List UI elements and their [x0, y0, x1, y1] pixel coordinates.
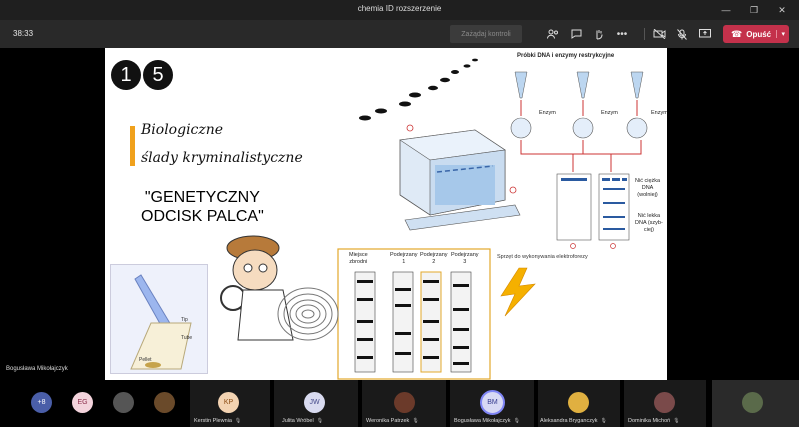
participant-tile[interactable]: JW Julita Wróbel 🎙	[274, 380, 358, 427]
slide-headline: "GENETYCZNY ODCISK PALCA"	[141, 189, 264, 225]
title-accent-bar	[130, 126, 135, 166]
more-options-icon[interactable]: •••	[613, 25, 631, 43]
self-avatar	[742, 392, 763, 413]
maximize-button[interactable]: ❐	[741, 0, 767, 20]
request-control-button[interactable]: Zażądaj kontroli	[450, 25, 522, 43]
mic-off-icon: 🎙	[600, 418, 607, 424]
leave-button[interactable]: ☎ Opuść ▾	[723, 25, 789, 43]
tip-label: Tip	[181, 317, 188, 323]
light-strand-label: Nić lekka DNA (szyb- ciej)	[635, 213, 663, 233]
lane-label: Miejsce zbrodni	[349, 252, 368, 265]
presenter-name: Bogusława Mikołajczyk	[6, 366, 68, 372]
participant-avatar	[394, 392, 415, 413]
participant-avatar: BM	[480, 390, 505, 415]
slide-number-digit: 5	[143, 60, 173, 90]
lane-label: Podejrzany 2	[420, 252, 448, 265]
participant-tile[interactable]: Weronika Patrzek 🎙	[362, 380, 446, 427]
toolbar-divider	[644, 28, 645, 40]
enzym-label: Enzym	[601, 110, 618, 116]
participants-bar: +8 EG KP Kerstin Plewnia 🎙 JW Julita Wrób…	[0, 380, 799, 427]
participant-avatar	[568, 392, 589, 413]
participant-avatar[interactable]	[113, 392, 134, 413]
camera-off-icon[interactable]	[650, 25, 668, 43]
mic-off-icon: 🎙	[234, 418, 242, 424]
slide-number-digit: 1	[111, 60, 141, 90]
meeting-toolbar: 38:33 Zażądaj kontroli ••• ☎ Opuść ▾	[0, 20, 799, 48]
heavy-strand-label: Nić ciężka DNA (wolniej)	[635, 178, 661, 198]
hang-up-icon: ☎	[731, 28, 743, 39]
participant-name: Weronika Patrzek 🎙	[366, 418, 419, 424]
lightning-icon	[500, 267, 536, 317]
participants-icon[interactable]	[544, 25, 562, 43]
tube-label: Tube	[181, 335, 193, 341]
participant-avatar: KP	[218, 392, 239, 413]
participant-name: Dominika Michoń 🎙	[628, 418, 680, 424]
enzym-label: Enzym	[539, 110, 556, 116]
dna-caption: Próbki DNA i enzymy restrykcyjne	[517, 53, 615, 59]
dna-fingerprint-gel	[337, 248, 491, 380]
participant-tile[interactable]: Dominika Michoń 🎙	[624, 380, 706, 427]
raise-hand-icon[interactable]	[590, 25, 608, 43]
footprints-illustration	[359, 58, 478, 121]
participant-tile-active[interactable]: BM Bogusława Mikołajczyk 🎙	[450, 380, 534, 427]
self-video-tile[interactable]	[712, 380, 799, 427]
participant-avatar[interactable]: EG	[72, 392, 93, 413]
shared-slide: 1 5 Biologiczne ślady kryminalistyczne "…	[105, 48, 667, 380]
minimize-button[interactable]: —	[713, 0, 739, 20]
chat-icon[interactable]	[567, 25, 585, 43]
more-participants-badge[interactable]: +8	[31, 392, 52, 413]
participant-name: Aleksandra Bryganczyk 🎙	[540, 418, 607, 424]
participant-name: Julita Wróbel 🎙	[282, 418, 324, 424]
chevron-down-icon[interactable]: ▾	[776, 30, 785, 38]
pipette-drawing	[130, 274, 192, 370]
participant-tile[interactable]: Aleksandra Bryganczyk 🎙	[538, 380, 620, 427]
window-title: chemia ID rozszerzenie	[357, 4, 442, 13]
close-window-button[interactable]: ✕	[769, 0, 795, 20]
participant-avatar	[654, 392, 675, 413]
lane-label: Podejrzany 3	[451, 252, 479, 265]
enzym-label: Enzym	[651, 110, 667, 116]
mic-off-icon: 🎙	[412, 418, 419, 424]
mic-off-icon: 🎙	[673, 418, 680, 424]
pellet-label: Pellet	[139, 357, 152, 363]
participant-name: Bogusława Mikołajczyk 🎙	[454, 418, 520, 424]
lane-label: Podejrzany 1	[390, 252, 418, 265]
fingerprint-illustration	[277, 287, 339, 341]
pipette-photo: Tip Tube Pellet	[110, 264, 208, 374]
share-screen-icon[interactable]	[696, 25, 714, 43]
gel-caption: Sprzęt do wykonywania elektroforezy	[497, 254, 588, 260]
participant-avatar: JW	[304, 392, 325, 413]
participant-name: Kerstin Plewnia 🎙	[194, 418, 242, 424]
mic-off-icon[interactable]	[673, 25, 691, 43]
participant-avatar[interactable]	[154, 392, 175, 413]
participant-tile[interactable]: KP Kerstin Plewnia 🎙	[190, 380, 270, 427]
mic-off-icon: 🎙	[513, 418, 520, 424]
window-title-bar: chemia ID rozszerzenie — ❐ ✕	[0, 0, 799, 20]
mic-off-icon: 🎙	[316, 418, 324, 424]
slide-title: Biologiczne ślady kryminalistyczne	[141, 122, 303, 166]
meeting-timer: 38:33	[13, 29, 34, 38]
